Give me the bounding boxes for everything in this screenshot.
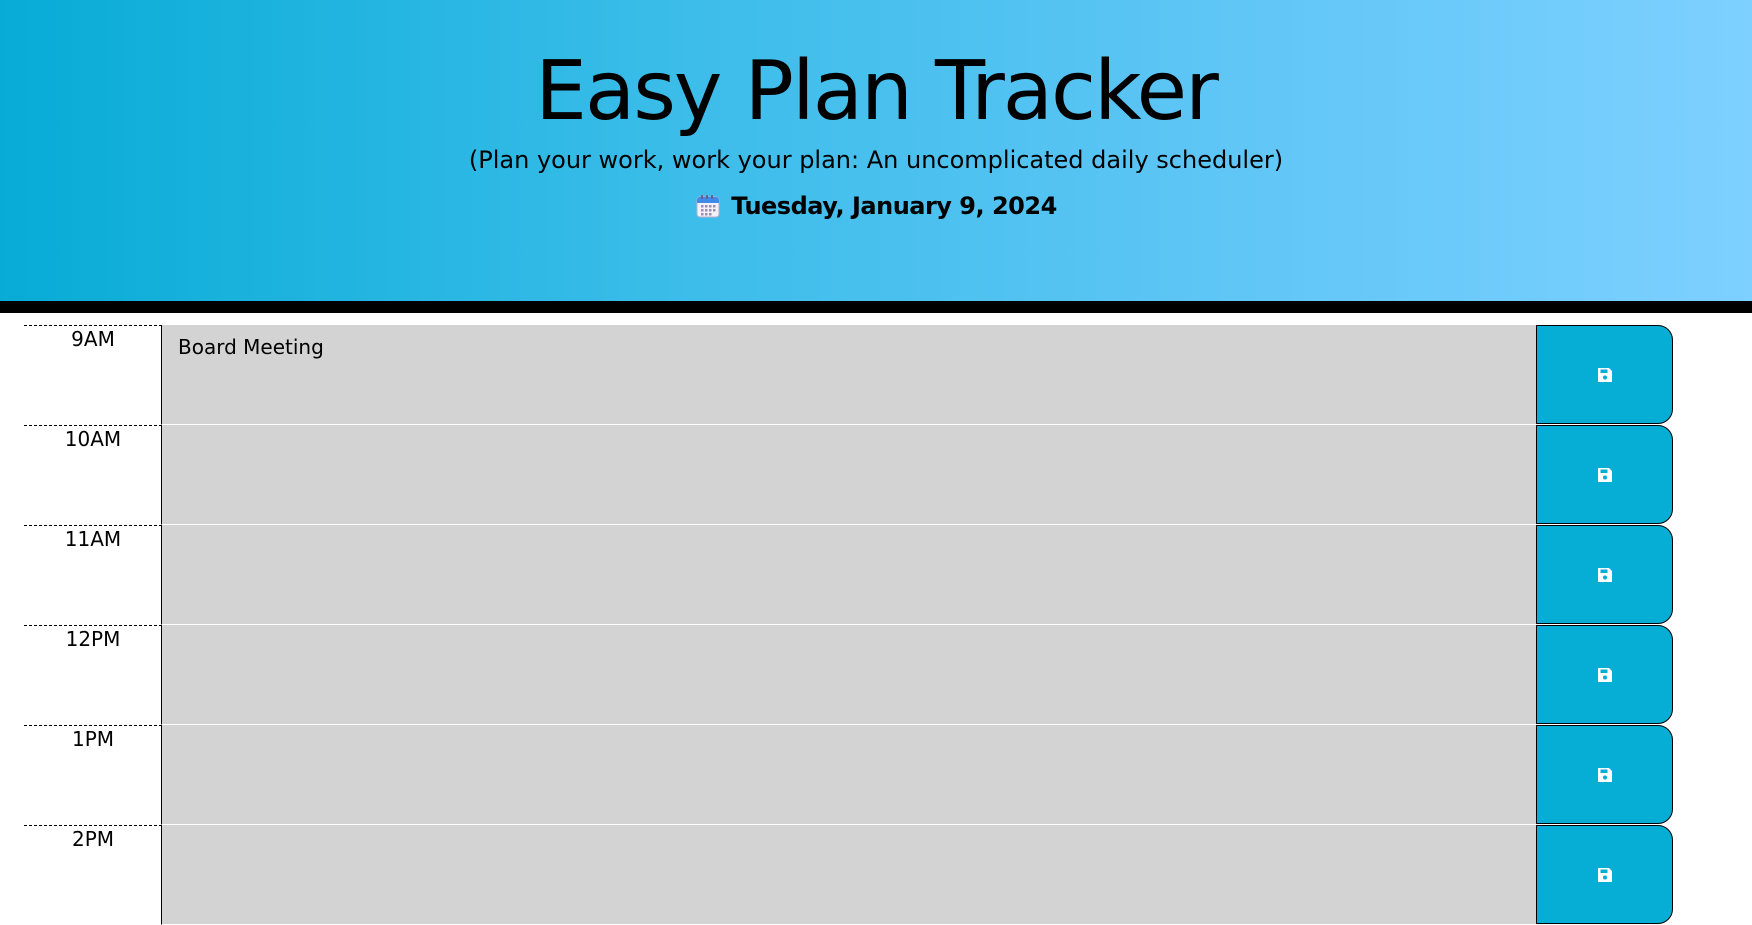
save-icon [1597,767,1612,782]
save-button[interactable] [1536,825,1673,924]
save-button[interactable] [1536,425,1673,524]
description-textarea[interactable] [161,425,1537,525]
description-textarea[interactable] [161,625,1537,725]
hour-label: 12PM [24,625,162,725]
save-button[interactable] [1536,625,1673,724]
time-block-12pm: 12PM [0,625,1752,725]
save-icon [1597,667,1612,682]
current-day-text: Tuesday, January 9, 2024 [731,192,1057,220]
save-icon [1597,467,1612,482]
description-textarea[interactable]: Board Meeting [161,325,1537,425]
time-block-10am: 10AM [0,425,1752,525]
description-textarea[interactable] [161,525,1537,625]
page-header: Easy Plan Tracker (Plan your work, work … [0,0,1752,313]
description-textarea[interactable] [161,825,1537,925]
page-subtitle: (Plan your work, work your plan: An unco… [468,146,1284,174]
save-button[interactable] [1536,525,1673,624]
time-block-2pm: 2PM [0,825,1752,925]
save-button[interactable] [1536,325,1673,424]
save-icon [1597,367,1612,382]
time-block-11am: 11AM [0,525,1752,625]
planner: 9AM Board Meeting 10AM 11AM 12PM 1PM 2PM [0,325,1752,925]
hour-label: 9AM [24,325,162,425]
page-title: Easy Plan Tracker [535,44,1219,139]
hour-label: 10AM [24,425,162,525]
save-icon [1597,567,1612,582]
hour-label: 1PM [24,725,162,825]
current-date: Tuesday, January 9, 2024 [0,190,1752,222]
save-button[interactable] [1536,725,1673,824]
calendar-icon [696,195,720,218]
description-textarea[interactable] [161,725,1537,825]
time-block-1pm: 1PM [0,725,1752,825]
time-block-9am: 9AM Board Meeting [0,325,1752,425]
hour-label: 11AM [24,525,162,625]
hour-label: 2PM [24,825,162,925]
